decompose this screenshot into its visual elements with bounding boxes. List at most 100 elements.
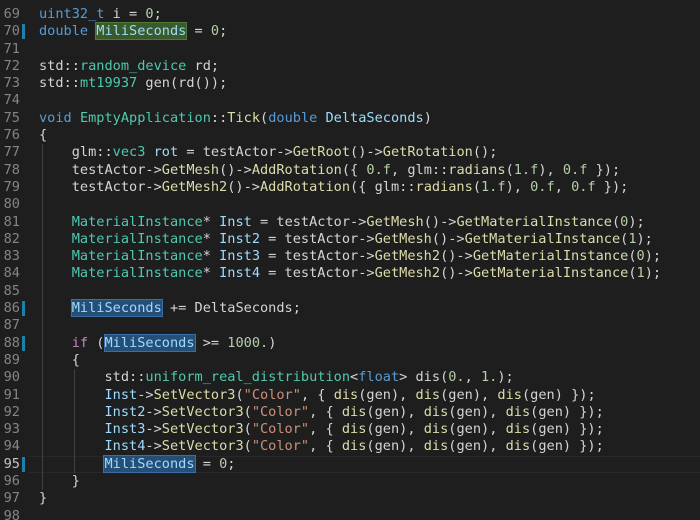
code-text[interactable]: MaterialInstance* Inst4 = testActor->Get… <box>39 265 661 282</box>
code-text[interactable]: MaterialInstance* Inst3 = testActor->Get… <box>39 248 661 265</box>
code-line[interactable]: 77 glm::vec3 rot = testActor->GetRoot()-… <box>0 144 700 161</box>
code-line[interactable]: 80 <box>0 196 700 213</box>
code-line[interactable]: 90 std::uniform_real_distribution<float>… <box>0 369 700 386</box>
code-token: ; <box>227 455 236 472</box>
code-line[interactable]: 98 <box>0 508 700 520</box>
code-token: ( <box>260 109 269 126</box>
code-line[interactable]: 87 <box>0 317 700 334</box>
code-line[interactable]: 92 Inst2->SetVector3("Color", { dis(gen)… <box>0 404 700 421</box>
code-token: GetMesh <box>366 213 424 230</box>
line-number: 78 <box>3 161 20 178</box>
code-line[interactable]: 74 <box>0 92 700 109</box>
code-text[interactable]: testActor->GetMesh()->AddRotation({ 0.f,… <box>39 162 620 179</box>
code-token: ({ <box>341 161 367 178</box>
code-token: ()-> <box>423 213 457 230</box>
code-text[interactable]: Inst2->SetVector3("Color", { dis(gen), d… <box>39 403 603 421</box>
code-token: ( <box>505 161 514 178</box>
code-token: dis <box>415 386 441 403</box>
code-line[interactable]: 88 if (MiliSeconds >= 1000.) <box>0 333 700 352</box>
code-editor[interactable]: 69 uint32_t i = 0; 70 double MiliSeconds = … <box>0 0 700 520</box>
code-token: , { <box>309 403 342 420</box>
code-line[interactable]: 83 MaterialInstance* Inst3 = testActor->… <box>0 248 700 265</box>
code-token: } <box>39 473 80 490</box>
code-text[interactable]: MaterialInstance* Inst = testActor->GetM… <box>39 214 645 231</box>
code-text[interactable]: } <box>39 490 47 507</box>
code-line[interactable]: 91 Inst->SetVector3("Color", { dis(gen),… <box>0 387 700 404</box>
code-text[interactable]: MiliSeconds = 0; <box>39 454 236 473</box>
code-token: MiliSeconds <box>103 333 196 352</box>
line-number: 89 <box>3 351 20 368</box>
code-line[interactable]: 85 <box>0 283 700 300</box>
code-text[interactable]: Inst->SetVector3("Color", { dis(gen), di… <box>39 386 595 404</box>
code-token: i = <box>104 6 146 22</box>
code-token: gen <box>145 75 170 92</box>
code-line[interactable]: 82 MaterialInstance* Inst2 = testActor->… <box>0 231 700 248</box>
code-text[interactable]: testActor->GetMesh2()->AddRotation({ glm… <box>39 178 629 196</box>
code-line[interactable]: 78 testActor->GetMesh()->AddRotation({ 0… <box>0 162 700 179</box>
code-line[interactable]: 97} <box>0 490 700 507</box>
code-line[interactable]: 84 MaterialInstance* Inst4 = testActor->… <box>0 265 700 282</box>
code-token: -> <box>145 421 162 438</box>
code-line[interactable]: 86 MiliSeconds += DeltaSeconds; <box>0 299 700 318</box>
code-text[interactable]: MaterialInstance* Inst2 = testActor->Get… <box>39 231 653 248</box>
code-token: :: <box>210 109 228 126</box>
code-line[interactable]: 95 MiliSeconds = 0; <box>0 454 700 473</box>
code-line[interactable]: 93 Inst3->SetVector3("Color", { dis(gen)… <box>0 421 700 438</box>
code-token: double <box>268 109 318 126</box>
code-text[interactable]: if (MiliSeconds >= 1000.) <box>39 333 276 352</box>
code-text[interactable]: glm::vec3 rot = testActor->GetRoot()->Ge… <box>39 144 498 161</box>
code-text[interactable]: { <box>39 127 47 144</box>
code-token: :: <box>96 144 113 161</box>
code-line[interactable]: 94 Inst4->SetVector3("Color", { dis(gen)… <box>0 438 700 455</box>
code-line[interactable]: 69 uint32_t i = 0; <box>0 6 700 23</box>
code-token: ( <box>243 438 252 455</box>
code-token: 1 <box>636 265 645 282</box>
line-number: 86 <box>3 300 20 317</box>
code-text[interactable]: } <box>39 473 80 490</box>
code-token: :: <box>63 57 80 74</box>
code-token: GetMesh <box>161 161 220 178</box>
code-text[interactable]: Inst3->SetVector3("Color", { dis(gen), d… <box>39 421 603 438</box>
code-token: GetMaterialInstance <box>464 230 621 247</box>
code-token: Inst2 <box>219 230 260 247</box>
code-token: = <box>186 23 211 40</box>
code-token: ); <box>636 230 653 247</box>
code-text[interactable]: MiliSeconds += DeltaSeconds; <box>39 299 301 318</box>
code-token: dis <box>333 386 359 403</box>
code-token: 0.f <box>571 178 596 195</box>
code-token: dis <box>341 421 367 438</box>
line-number: 71 <box>3 40 20 57</box>
code-token: MiliSeconds <box>70 299 163 318</box>
code-token: ( <box>611 213 621 230</box>
code-line[interactable]: 89 { <box>0 352 700 369</box>
code-token: 0.f <box>562 161 588 178</box>
code-line[interactable]: 81 MaterialInstance* Inst = testActor->G… <box>0 214 700 231</box>
code-text[interactable]: std::uniform_real_distribution<float> di… <box>39 369 513 386</box>
code-text[interactable]: double MiliSeconds = 0; <box>39 22 227 41</box>
code-text[interactable]: { <box>39 352 80 369</box>
code-token: double <box>39 23 89 40</box>
code-token: ); <box>644 265 662 282</box>
code-text[interactable]: uint32_t i = 0; <box>39 6 162 23</box>
code-token: ()-> <box>219 161 252 178</box>
code-token: rot <box>153 144 179 161</box>
line-number: 94 <box>3 438 20 455</box>
code-text[interactable]: void EmptyApplication::Tick(double Delta… <box>39 110 432 127</box>
code-line[interactable]: 75 void EmptyApplication::Tick(double Del… <box>0 110 700 127</box>
code-token: Inst4 <box>104 438 146 455</box>
code-line[interactable]: 71 <box>0 41 700 58</box>
code-line[interactable]: 96 } <box>0 473 700 490</box>
code-text[interactable]: std::random_device rd; <box>39 58 219 75</box>
code-line[interactable]: 73 std::mt19937 gen(rd()); <box>0 75 700 92</box>
code-token: ) <box>423 109 432 126</box>
code-line[interactable]: 72 std::random_device rd; <box>0 58 700 75</box>
code-line[interactable]: 76 { <box>0 127 700 144</box>
code-line[interactable]: 79 testActor->GetMesh2()->AddRotation({ … <box>0 179 700 196</box>
code-token: ( <box>628 248 637 265</box>
code-text[interactable]: Inst4->SetVector3("Color", { dis(gen), d… <box>39 438 603 455</box>
code-line[interactable]: 70 double MiliSeconds = 0; <box>0 22 700 41</box>
code-text[interactable]: std::mt19937 gen(rd()); <box>39 75 227 92</box>
indent-guide <box>74 369 75 474</box>
